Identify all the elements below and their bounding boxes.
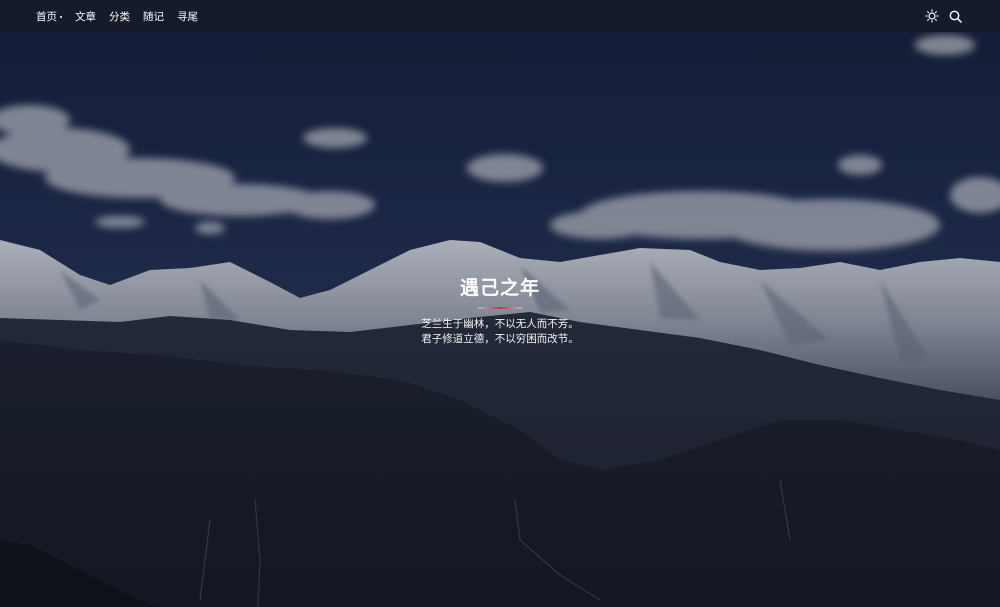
hero-text: 遇己之年 芝兰生于幽林，不以无人而不芳。 君子修道立德，不以穷困而改节。 xyxy=(0,274,1000,347)
nav-item-tail-label: 寻尾 xyxy=(177,10,198,23)
nav-item-home-label: 首页 xyxy=(36,10,57,23)
hero-motto-line-1: 芝兰生于幽林，不以无人而不芳。 xyxy=(421,318,579,330)
search-button[interactable] xyxy=(946,7,964,25)
search-icon xyxy=(949,10,962,23)
nav-item-categories-label: 分类 xyxy=(109,10,130,23)
top-navbar: 首页 文章 分类 随记 寻尾 xyxy=(0,0,1000,32)
hero-divider xyxy=(478,307,522,309)
nav-item-articles-label: 文章 xyxy=(75,10,96,23)
hero-title: 遇己之年 xyxy=(459,277,540,299)
nav-item-categories[interactable]: 分类 xyxy=(109,9,130,24)
nav-menu: 首页 文章 分类 随记 寻尾 xyxy=(36,9,211,24)
sun-icon xyxy=(925,9,939,23)
hero-motto-line-2: 君子修道立德，不以穷困而改节。 xyxy=(421,333,579,345)
theme-toggle-button[interactable] xyxy=(923,7,941,25)
dropdown-dot-icon xyxy=(60,15,62,18)
nav-item-home[interactable]: 首页 xyxy=(36,9,62,24)
page: 首页 文章 分类 随记 寻尾 遇己之年 芝兰生于幽林，不以无人而不芳。 君子修道… xyxy=(0,0,1000,607)
nav-item-notes-label: 随记 xyxy=(143,10,164,23)
nav-actions xyxy=(918,7,964,25)
nav-item-tail[interactable]: 寻尾 xyxy=(177,9,198,24)
nav-item-articles[interactable]: 文章 xyxy=(75,9,96,24)
nav-item-notes[interactable]: 随记 xyxy=(143,9,164,24)
